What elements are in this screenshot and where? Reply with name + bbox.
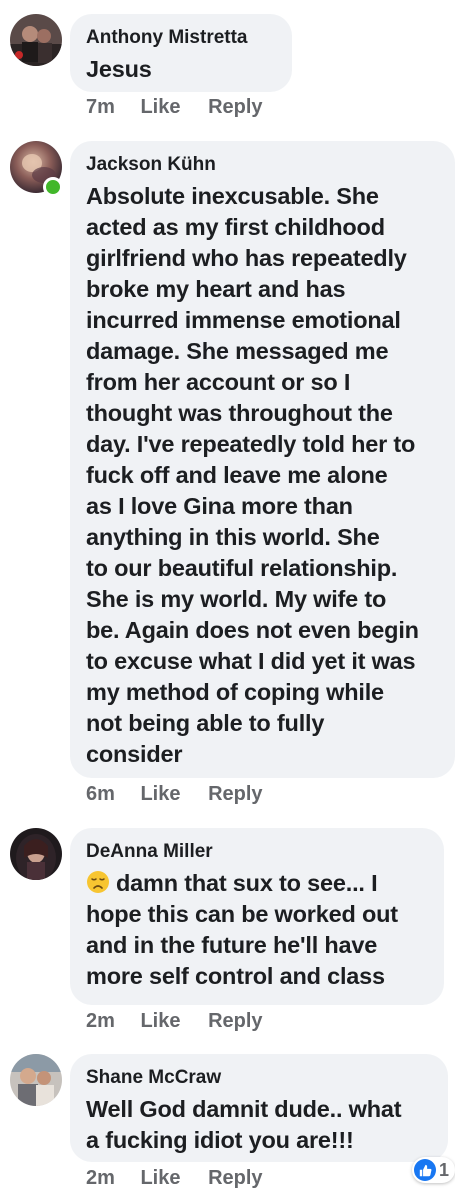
- comment-actions: 7m Like Reply: [86, 96, 263, 119]
- like-button[interactable]: Like: [140, 96, 180, 119]
- reply-button[interactable]: Reply: [208, 1167, 262, 1190]
- timestamp[interactable]: 7m: [86, 96, 115, 119]
- thumbs-up-icon: [414, 1159, 436, 1181]
- timestamp[interactable]: 2m: [86, 1167, 115, 1190]
- comment-text: Absolute inexcusable. She acted as my fi…: [86, 183, 419, 767]
- comment-text: damn that sux to see... I hope this can …: [86, 868, 430, 992]
- comment-actions: 2m Like Reply: [86, 1010, 263, 1033]
- comment-bubble: DeAnna Miller damn that sux to see... I …: [70, 828, 444, 1005]
- author-name[interactable]: DeAnna Miller: [86, 840, 430, 864]
- like-button[interactable]: Like: [140, 1167, 180, 1190]
- comment-actions: 2m Like Reply: [86, 1167, 263, 1190]
- like-button[interactable]: Like: [140, 783, 180, 806]
- comment-bubble: Shane McCraw Well God damnit dude.. what…: [70, 1054, 448, 1162]
- reaction-count: 1: [439, 1159, 450, 1180]
- comment-bubble: Jackson Kühn Absolute inexcusable. She a…: [70, 141, 455, 778]
- author-name[interactable]: Jackson Kühn: [86, 153, 441, 177]
- disappointed-face-icon: [87, 871, 109, 893]
- author-name[interactable]: Anthony Mistretta: [86, 26, 278, 50]
- comment-bubble: Anthony Mistretta Jesus: [70, 14, 292, 92]
- avatar[interactable]: [10, 14, 62, 66]
- avatar[interactable]: [10, 1054, 62, 1106]
- like-button[interactable]: Like: [140, 1010, 180, 1033]
- author-name[interactable]: Shane McCraw: [86, 1066, 434, 1090]
- comment-text: Jesus: [86, 56, 152, 82]
- timestamp[interactable]: 2m: [86, 1010, 115, 1033]
- reaction-badge[interactable]: 1: [412, 1157, 455, 1183]
- online-status-icon: [43, 177, 63, 197]
- comment-actions: 6m Like Reply: [86, 783, 263, 806]
- reply-button[interactable]: Reply: [208, 1010, 262, 1033]
- reply-button[interactable]: Reply: [208, 783, 262, 806]
- timestamp[interactable]: 6m: [86, 783, 115, 806]
- comment-text: Well God damnit dude.. what a fucking id…: [86, 1096, 402, 1153]
- comment-text-body: damn that sux to see... I hope this can …: [86, 870, 398, 989]
- avatar[interactable]: [10, 828, 62, 880]
- reply-button[interactable]: Reply: [208, 96, 262, 119]
